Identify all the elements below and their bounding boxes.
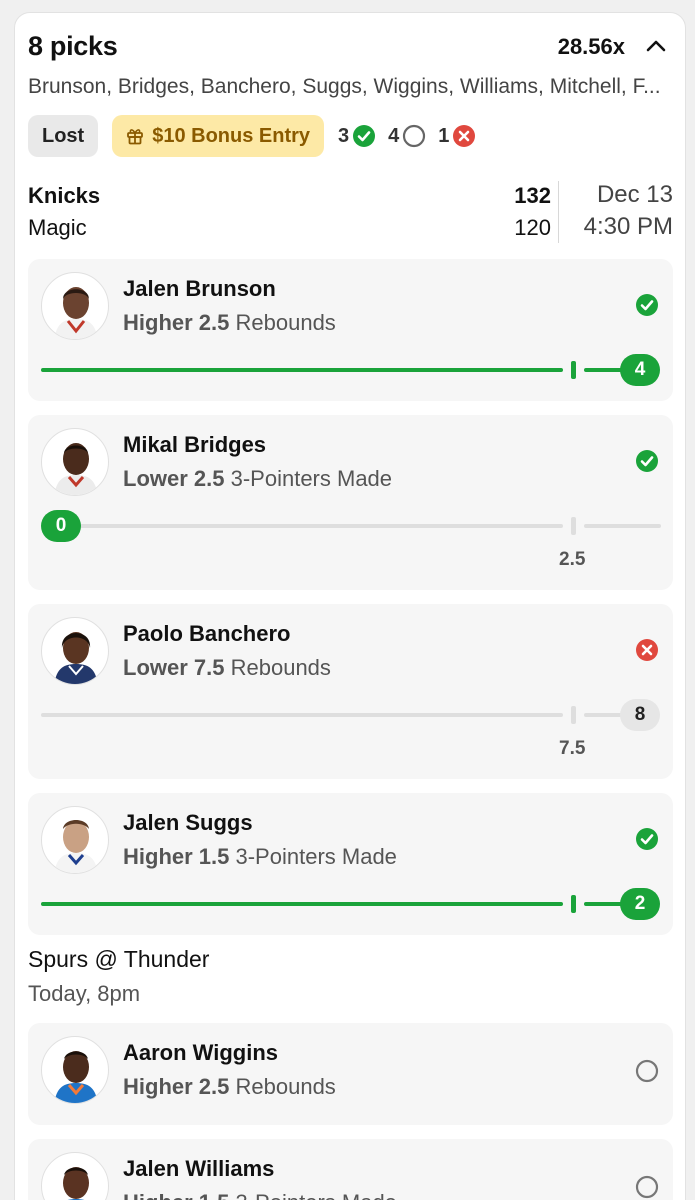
pick-direction: Lower 7.5 xyxy=(123,655,225,680)
pick-card[interactable]: Jalen Brunson Higher 2.5 Rebounds 4 xyxy=(28,259,673,401)
picks-count-title: 8 picks xyxy=(28,31,118,61)
lineup-card: 8 picks 28.56x Brunson, Bridges, Bancher… xyxy=(14,12,686,1200)
pick-stat: 3-Pointers Made xyxy=(236,1190,397,1200)
line-value: 7.5 xyxy=(559,738,586,759)
empty-circle-icon xyxy=(635,1175,659,1199)
pick-line: Higher 1.5 3-Pointers Made xyxy=(123,844,397,870)
pick-card[interactable]: Paolo Banchero Lower 7.5 Rebounds 8 7.5 xyxy=(28,604,673,779)
pick-card[interactable]: Jalen Suggs Higher 1.5 3-Pointers Made 2 xyxy=(28,793,673,935)
check-circle-icon xyxy=(636,294,658,316)
pick-line: Higher 2.5 Rebounds xyxy=(123,1074,336,1100)
players-summary: Brunson, Bridges, Banchero, Suggs, Wiggi… xyxy=(28,75,661,98)
line-tick xyxy=(571,895,576,913)
gift-icon xyxy=(127,129,144,145)
lost-count: 1 xyxy=(438,124,476,148)
progress-track: 0 xyxy=(41,510,661,542)
pick-line: Lower 7.5 Rebounds xyxy=(123,655,331,681)
line-value: 2.5 xyxy=(559,549,586,570)
pick-line: Lower 2.5 3-Pointers Made xyxy=(123,466,392,492)
result-badge: Lost xyxy=(28,115,99,157)
badge-row: Lost $10 Bonus Entry 3 4 1 xyxy=(28,115,476,157)
pick-direction: Higher 2.5 xyxy=(123,310,230,335)
pick-stat: Rebounds xyxy=(235,1074,336,1099)
pick-card[interactable]: Jalen Williams Higher 1.5 3-Pointers Mad… xyxy=(28,1139,673,1200)
player-avatar xyxy=(41,428,109,496)
team-name: Magic xyxy=(28,215,87,240)
progress-fill xyxy=(41,902,563,906)
lost-count-value: 1 xyxy=(438,124,450,147)
x-circle-icon xyxy=(636,639,658,661)
pick-line: Higher 2.5 Rebounds xyxy=(123,310,336,336)
player-name: Jalen Williams xyxy=(123,1156,275,1181)
bonus-entry-badge: $10 Bonus Entry xyxy=(112,115,325,157)
actual-value-bubble: 8 xyxy=(620,699,660,731)
empty-circle-icon xyxy=(403,124,426,148)
empty-circle-icon xyxy=(635,1059,659,1083)
progress-track: 4 xyxy=(41,354,661,386)
player-avatar xyxy=(41,1036,109,1104)
track-line xyxy=(61,524,563,528)
payout-multiplier: 28.56x xyxy=(557,34,625,59)
line-tick xyxy=(571,706,576,724)
player-name: Jalen Suggs xyxy=(123,810,253,835)
game-time: 4:30 PM xyxy=(583,213,673,240)
pick-direction: Higher 1.5 xyxy=(123,844,230,869)
track-line xyxy=(41,713,563,717)
actual-value-bubble: 2 xyxy=(620,888,660,920)
player-avatar xyxy=(41,1152,109,1200)
game-date: Dec 13 xyxy=(596,181,673,208)
pick-stat: Rebounds xyxy=(230,655,331,680)
actual-value-bubble: 0 xyxy=(41,510,81,542)
pick-direction: Higher 2.5 xyxy=(123,1074,230,1099)
progress-fill xyxy=(41,368,563,372)
pick-stat: 3-Pointers Made xyxy=(230,466,393,491)
bonus-label: $10 Bonus Entry xyxy=(152,124,311,147)
player-avatar xyxy=(41,272,109,340)
check-circle-icon xyxy=(636,828,658,850)
player-name: Aaron Wiggins xyxy=(123,1040,279,1065)
chevron-up-icon[interactable] xyxy=(645,37,667,53)
pending-count: 4 xyxy=(388,124,426,148)
divider xyxy=(558,181,559,243)
player-avatar xyxy=(41,617,109,685)
pick-direction: Higher 1.5 xyxy=(123,1190,229,1200)
line-tick xyxy=(571,517,576,535)
pick-card[interactable]: Aaron Wiggins Higher 2.5 Rebounds xyxy=(28,1023,673,1125)
won-count-value: 3 xyxy=(338,124,350,147)
pick-stat: 3-Pointers Made xyxy=(235,844,397,869)
track-line xyxy=(584,524,661,528)
pick-line: Higher 1.5 3-Pointers Made xyxy=(123,1190,397,1200)
game-matchup: Spurs @ Thunder xyxy=(28,946,210,972)
check-circle-icon xyxy=(353,125,376,147)
won-count: 3 xyxy=(338,124,376,148)
progress-track: 8 xyxy=(41,699,661,731)
team-score: 120 xyxy=(514,215,551,240)
player-avatar xyxy=(41,806,109,874)
pick-card[interactable]: Mikal Bridges Lower 2.5 3-Pointers Made … xyxy=(28,415,673,590)
game-score: Knicks Magic 132 120 Dec 13 4:30 PM xyxy=(28,181,673,243)
pending-count-value: 4 xyxy=(388,124,400,147)
game-time: Today, 8pm xyxy=(28,981,141,1006)
x-circle-icon xyxy=(453,125,476,147)
line-tick xyxy=(571,361,576,379)
check-circle-icon xyxy=(636,450,658,472)
team-score: 132 xyxy=(514,183,551,208)
player-name: Mikal Bridges xyxy=(123,432,267,457)
team-name: Knicks xyxy=(28,183,101,208)
player-name: Paolo Banchero xyxy=(123,621,291,646)
pick-direction: Lower 2.5 xyxy=(123,466,225,491)
player-name: Jalen Brunson xyxy=(123,276,276,301)
progress-track: 2 xyxy=(41,888,661,920)
pick-stat: Rebounds xyxy=(235,310,336,335)
actual-value-bubble: 4 xyxy=(620,354,660,386)
